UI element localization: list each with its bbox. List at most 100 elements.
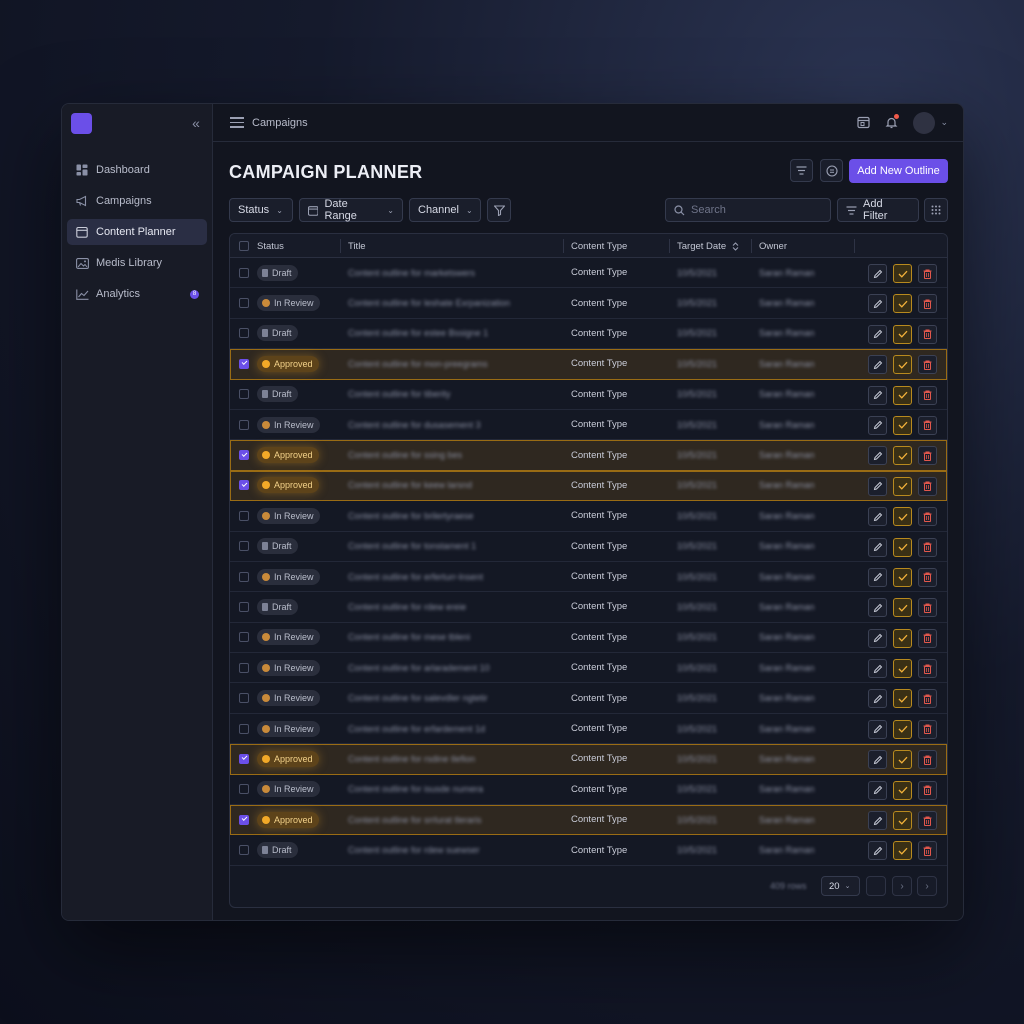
edit-button[interactable]: [868, 324, 887, 344]
delete-button[interactable]: [918, 567, 937, 587]
funnel-filter-button[interactable]: [487, 198, 511, 222]
approve-button[interactable]: [893, 750, 912, 770]
edit-button[interactable]: [868, 415, 887, 435]
edit-button[interactable]: [868, 537, 887, 557]
approve-button[interactable]: [893, 537, 912, 557]
edit-button[interactable]: [868, 567, 887, 587]
row-title[interactable]: Content outline for ssing bes: [348, 440, 462, 469]
approve-button[interactable]: [893, 324, 912, 344]
status-filter[interactable]: Status ⌄: [229, 198, 293, 222]
table-row[interactable]: In Review Content outline for dusasement …: [230, 410, 947, 441]
table-row[interactable]: Draft Content outline for tonstament 1 Con…: [230, 532, 947, 562]
delete-button[interactable]: [918, 537, 937, 557]
delete-button[interactable]: [918, 628, 937, 648]
table-row[interactable]: Draft Content outline for marketswers Cont…: [230, 258, 947, 289]
per-page-select[interactable]: 20 ⌄: [821, 876, 860, 896]
row-title[interactable]: Content outline for rdew ereie: [348, 592, 466, 621]
row-checkbox[interactable]: [239, 632, 249, 643]
user-avatar[interactable]: [913, 111, 936, 134]
approve-button[interactable]: [893, 294, 912, 314]
row-title[interactable]: Content outline for leshate Exrpanizatio…: [348, 288, 510, 317]
next-page-button[interactable]: ›: [917, 876, 937, 896]
delete-button[interactable]: [918, 385, 937, 405]
row-title[interactable]: Content outline for srrlurat tleraris: [348, 805, 482, 834]
row-checkbox[interactable]: [239, 753, 249, 764]
edit-button[interactable]: [868, 780, 887, 800]
channel-filter[interactable]: Channel ⌄: [409, 198, 481, 222]
sidebar-item-campaigns[interactable]: Campaigns: [67, 188, 207, 214]
row-checkbox[interactable]: [239, 571, 249, 582]
table-row[interactable]: In Review Content outline for erferturr-l…: [230, 562, 947, 593]
select-all-checkbox[interactable]: [239, 241, 249, 251]
row-title[interactable]: Content outline for salevdler ngtetir: [348, 683, 488, 712]
row-checkbox[interactable]: [239, 419, 249, 430]
row-checkbox[interactable]: [239, 450, 249, 461]
row-checkbox[interactable]: [239, 298, 249, 309]
approve-button[interactable]: [893, 385, 912, 405]
delete-button[interactable]: [918, 264, 937, 283]
edit-button[interactable]: [868, 659, 887, 679]
delete-button[interactable]: [918, 476, 937, 496]
delete-button[interactable]: [918, 507, 937, 527]
grid-view-button[interactable]: [924, 198, 948, 222]
row-title[interactable]: Content outline for isusde numera: [348, 775, 483, 804]
approve-button[interactable]: [893, 476, 912, 496]
row-title[interactable]: Content outline for tonstament 1: [348, 532, 476, 561]
row-title[interactable]: Content outline for dusasement 3: [348, 410, 481, 439]
edit-button[interactable]: [868, 628, 887, 648]
edit-button[interactable]: [868, 507, 887, 527]
table-row[interactable]: In Review Content outline for arlarademen…: [230, 653, 947, 684]
search-box[interactable]: [665, 198, 831, 222]
table-row[interactable]: Approved Content outline for keew larsnd C…: [230, 470, 947, 502]
approve-button[interactable]: [893, 811, 912, 831]
row-title[interactable]: Content outline for keew larsnd: [348, 471, 472, 500]
row-title[interactable]: Content outline for mon-preegrams: [348, 349, 488, 378]
app-logo[interactable]: [71, 113, 92, 134]
row-checkbox[interactable]: [239, 267, 249, 278]
column-title[interactable]: Title: [348, 234, 366, 258]
row-checkbox[interactable]: [239, 601, 249, 612]
edit-button[interactable]: [868, 294, 887, 314]
delete-button[interactable]: [918, 294, 937, 314]
row-title[interactable]: Content outline for marketswers: [348, 258, 475, 287]
row-checkbox[interactable]: [239, 510, 249, 521]
table-row[interactable]: Approved Content outline for mon-preegram…: [230, 349, 947, 380]
table-row[interactable]: In Review Content outline for leshate Exr…: [230, 288, 947, 319]
menu-icon[interactable]: [230, 117, 244, 128]
approve-button[interactable]: [893, 415, 912, 435]
search-input[interactable]: [691, 204, 821, 216]
row-checkbox[interactable]: [239, 328, 249, 339]
column-owner[interactable]: Owner: [759, 234, 787, 258]
row-checkbox[interactable]: [239, 693, 249, 704]
table-row[interactable]: Draft Content outline for estee Bssigne 1…: [230, 319, 947, 350]
table-row[interactable]: In Review Content outline for brilertyrae…: [230, 501, 947, 532]
edit-button[interactable]: [868, 385, 887, 405]
edit-button[interactable]: [868, 811, 887, 831]
table-row[interactable]: In Review Content outline for salevdler n…: [230, 683, 947, 714]
edit-button[interactable]: [868, 264, 887, 283]
edit-button[interactable]: [868, 598, 887, 618]
table-row[interactable]: Draft Content outline for tiberity Content…: [230, 380, 947, 410]
edit-button[interactable]: [868, 719, 887, 739]
sort-options-button[interactable]: [790, 159, 813, 182]
row-checkbox[interactable]: [239, 814, 249, 825]
approve-button[interactable]: [893, 841, 912, 861]
chevron-down-icon[interactable]: ⌄: [940, 117, 948, 128]
delete-button[interactable]: [918, 598, 937, 618]
delete-button[interactable]: [918, 780, 937, 800]
calendar-box-icon[interactable]: [855, 115, 871, 131]
delete-button[interactable]: [918, 719, 937, 739]
table-row[interactable]: Approved Content outline for ssing bes Con…: [230, 440, 947, 471]
sidebar-item-analytics[interactable]: Analytics 8: [67, 281, 207, 307]
row-title[interactable]: Content outline for mese tbleni: [348, 623, 470, 652]
approve-button[interactable]: [893, 719, 912, 739]
row-title[interactable]: Content outline for erfardement 1d: [348, 714, 485, 743]
sidebar-item-medis-library[interactable]: Medis Library: [67, 250, 207, 276]
edit-button[interactable]: [868, 446, 887, 466]
row-title[interactable]: Content outline for rsdine tlefion: [348, 744, 475, 773]
edit-button[interactable]: [868, 750, 887, 770]
row-checkbox[interactable]: [239, 845, 249, 856]
delete-button[interactable]: [918, 324, 937, 344]
add-filter-button[interactable]: Add Filter: [837, 198, 919, 222]
row-title[interactable]: Content outline for rdew suewser: [348, 835, 480, 864]
